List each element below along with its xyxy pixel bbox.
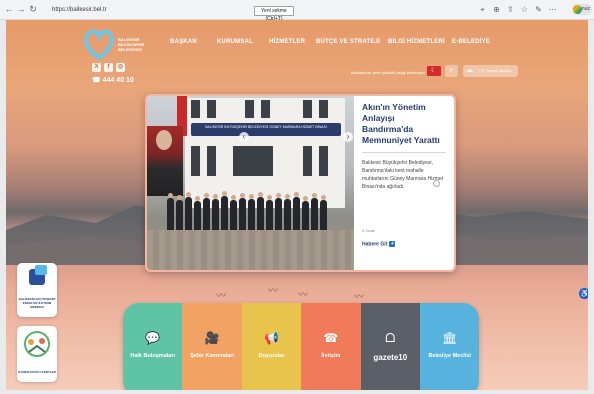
back-icon[interactable]: ← xyxy=(4,4,14,14)
camera-icon: 🎥 xyxy=(204,331,220,345)
nav-item-kurumsal[interactable]: KURUMSAL xyxy=(217,39,253,45)
quick-link-gazete10[interactable]: ᗝ gazete10 xyxy=(360,303,420,390)
quick-link-label: Duyurular xyxy=(258,353,285,359)
flamingo-icon: 〰 xyxy=(298,290,308,301)
flamingo-icon: 〰 xyxy=(354,292,364,303)
read-more-link[interactable]: Habere Git + xyxy=(362,241,396,247)
new-tab-tooltip: Yeni sekme (Ctrl+T) xyxy=(254,6,294,22)
building-banner: BALIKESİR BÜYÜKŞEHİR BELEDİYESİ GÜNEY MA… xyxy=(191,123,341,136)
group-of-people xyxy=(165,190,335,234)
news-photo: BALIKESİR BÜYÜKŞEHİR BELEDİYESİ GÜNEY MA… xyxy=(147,96,354,270)
location-icon[interactable]: ⌖ xyxy=(478,5,487,14)
instagram-icon[interactable]: ◎ xyxy=(116,63,125,72)
avatar xyxy=(573,5,582,14)
engelsiz-iletisim-tile[interactable]: BALIKESİR BÜYÜKŞEHİR ENGELSİZ İLETİŞİM M… xyxy=(17,263,57,317)
quick-link-label: İletişim xyxy=(321,353,341,359)
side-tile-label: BALIKESİR BÜYÜKŞEHİR ENGELSİZ İLETİŞİM M… xyxy=(18,297,56,309)
reload-icon[interactable]: ↻ xyxy=(28,4,38,14)
quick-link-sehir-kameralari[interactable]: 🎥 Şehir Kameraları xyxy=(182,303,242,390)
quick-link-halk-bulusmalari[interactable]: 💬 Halk Buluşmaları xyxy=(123,303,183,390)
flamingo-icon: 〰 xyxy=(268,286,278,297)
plaza-ground xyxy=(147,230,354,270)
turkish-flag-icon: ☾ xyxy=(427,66,441,76)
sign-language-icon xyxy=(29,265,47,285)
nav-item-baskan[interactable]: BAŞKAN xyxy=(170,39,197,45)
news-title[interactable]: Akın'ın Yönetim Anlayışı Bandırma'da Mem… xyxy=(362,102,446,146)
address-bar[interactable]: https://balikesir.bel.tr xyxy=(46,4,196,16)
karesi-dostu-tile[interactable]: KARESİ DOSTU KENTLER xyxy=(17,326,57,382)
nav-item-ebelediye[interactable]: E-BELEDİYE xyxy=(452,39,490,45)
homepage: BALIKESİR BÜYÜKŞEHİR BELEDİYESİ BAŞKAN K… xyxy=(6,20,588,390)
quick-link-label: Halk Buluşmaları xyxy=(130,353,176,359)
news-date: 9 Ocak xyxy=(362,228,375,233)
building-icon: 🏛 xyxy=(442,331,458,345)
phone-number[interactable]: ☎ 444 40 10 xyxy=(92,76,134,84)
accessibility-icon[interactable]: ♿ xyxy=(579,288,588,299)
phone-icon: ☎ xyxy=(323,331,339,345)
quick-link-belediye-meclisi[interactable]: 🏛 Belediye Meclisi xyxy=(420,303,479,390)
city-logo-icon[interactable] xyxy=(82,28,116,60)
facebook-icon[interactable]: f xyxy=(104,63,113,72)
slider-prev-icon[interactable]: ‹ xyxy=(239,132,249,142)
plus-icon: + xyxy=(389,241,396,247)
side-tile-label: KARESİ DOSTU KENTLER xyxy=(18,370,56,374)
chat-icon: 💬 xyxy=(145,331,161,345)
quick-links-bar: 💬 Halk Buluşmaları 🎥 Şehir Kameraları 📢 … xyxy=(123,303,479,390)
divider xyxy=(362,152,446,153)
portrait-in-photo xyxy=(147,126,183,196)
nav-item-hizmetler[interactable]: HİZMETLER xyxy=(269,39,305,45)
extension-icon[interactable]: ✎ xyxy=(534,5,543,14)
megaphone-icon: 📢 xyxy=(264,331,279,345)
forward-icon[interactable]: → xyxy=(16,4,26,14)
news-slider-card[interactable]: BALIKESİR BÜYÜKŞEHİR BELEDİYESİ GÜNEY MA… xyxy=(145,94,456,272)
slider-next-icon[interactable]: › xyxy=(343,132,353,142)
zoom-icon[interactable]: ⊕ xyxy=(492,5,501,14)
logo-text: BALIKESİR BÜYÜKŞEHİR BELEDİYESİ xyxy=(118,37,145,52)
search-icon[interactable]: ⌕ xyxy=(445,65,458,77)
nav-item-bilgi[interactable]: BİLGİ HİZMETLERİ xyxy=(388,39,445,45)
nav-item-butce[interactable]: BÜTÇE VE STRATEJİ xyxy=(316,39,380,45)
cloud-icon: ☁ xyxy=(466,67,473,74)
weather-notice[interactable]: Balıkesir'de yarın şiddetli yağış beklen… xyxy=(329,70,425,75)
quick-link-duyurular[interactable]: 📢 Duyurular xyxy=(241,303,302,390)
quick-link-label: gazete10 xyxy=(373,353,408,362)
quick-link-label: Belediye Meclisi xyxy=(428,353,471,359)
quick-link-iletisim[interactable]: ☎ İletişim xyxy=(301,303,361,390)
gazete10-logo-icon: ᗝ xyxy=(385,331,396,345)
friendly-city-icon xyxy=(24,331,50,357)
bookmark-star-icon[interactable]: ☆ xyxy=(520,5,529,14)
mouse-cursor-icon xyxy=(433,180,440,187)
share-icon[interactable]: ⇪ xyxy=(506,5,515,14)
x-icon[interactable]: X xyxy=(92,63,101,72)
profile-chip[interactable]: Sonuz xyxy=(572,4,592,15)
weather-widget[interactable]: ☁ 7°C Parçalı Bulutlu xyxy=(463,65,518,77)
quick-link-label: Şehir Kameraları xyxy=(190,353,234,359)
menu-dots-icon[interactable]: ⋯ xyxy=(548,5,557,14)
browser-toolbar: ← → ↻ https://balikesir.bel.tr Yeni sekm… xyxy=(0,0,594,22)
flamingo-icon: 〰 xyxy=(216,291,226,302)
